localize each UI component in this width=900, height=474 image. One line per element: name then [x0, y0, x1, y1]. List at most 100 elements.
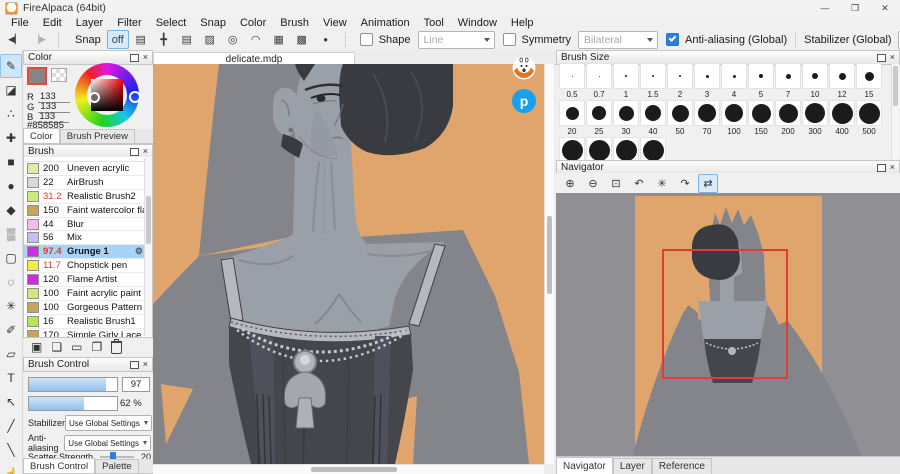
eraser-tool[interactable]: ◪ [0, 78, 22, 102]
color-panel-tab[interactable]: Brush Preview [59, 129, 135, 143]
hand-tool[interactable]: ☝ [0, 462, 22, 474]
maximize-button[interactable]: ❐ [840, 0, 870, 16]
opacity-slider[interactable] [28, 396, 118, 411]
menu-item[interactable]: Filter [110, 17, 148, 29]
dock-icon[interactable] [129, 147, 139, 156]
brush-list-item[interactable]: 100 Faint acrylic paint ⚙ [24, 287, 152, 301]
snap-mode-button[interactable]: ◠ [245, 30, 267, 49]
magic-wand-tool[interactable]: ✳ [0, 294, 22, 318]
sv-cursor[interactable] [89, 92, 100, 103]
zoom-out-button[interactable]: ⊖ [583, 174, 603, 193]
navigator-preview[interactable] [556, 193, 900, 457]
save-brush-button[interactable]: ▣ [31, 340, 42, 354]
brush-list-item[interactable]: 97.4 Grunge 1 ⚙ [24, 245, 152, 260]
brush-list-item[interactable]: 16 Realistic Brush1 ⚙ [24, 315, 152, 329]
symmetry-type-dropdown[interactable]: Bilateral [578, 30, 659, 49]
right-dock-tab[interactable]: Navigator [556, 457, 613, 474]
close-panel-icon[interactable]: × [890, 163, 895, 172]
dock-icon[interactable] [876, 53, 886, 62]
brush-size-cell[interactable]: 5 [748, 63, 774, 99]
brush-size-cell[interactable]: 300 [802, 100, 828, 136]
snap-dot-button[interactable]: ● [315, 30, 337, 49]
menu-item[interactable]: Animation [354, 17, 417, 29]
lasso-tool[interactable]: ◌ [0, 270, 22, 294]
brush-size-cell[interactable] [586, 137, 612, 160]
snap-mode-button[interactable]: ▨ [199, 30, 221, 49]
brush-list-item[interactable]: 44 Blur ⚙ [24, 218, 152, 232]
brush-list-item[interactable]: 150 Faint watercolor flat br ⚙ [24, 204, 152, 218]
snap-mode-button[interactable]: off [106, 30, 129, 49]
text-tool[interactable]: T [0, 366, 22, 390]
bucket-tool[interactable]: ● [0, 174, 22, 198]
line-tool[interactable]: ╱ [0, 414, 22, 438]
brush-size-cell[interactable]: 100 [721, 100, 747, 136]
brush-size-cell[interactable]: 20 [559, 100, 585, 136]
brush-size-cell[interactable]: 400 [829, 100, 855, 136]
left-dock-tab[interactable]: Palette [95, 459, 139, 473]
right-dock-tab[interactable]: Layer [612, 458, 652, 474]
snap-mode-button[interactable]: ◎ [222, 30, 244, 49]
brush-size-cell[interactable]: 50 [667, 100, 693, 136]
brush-folder-button[interactable]: ▭ [71, 340, 82, 354]
next-button[interactable]: ▕▶ [28, 30, 50, 49]
gradient-shape-tool[interactable]: ◆ [0, 198, 22, 222]
brush-size-slider[interactable] [28, 377, 118, 392]
operation-tool[interactable]: ↖ [0, 390, 22, 414]
new-brush-button[interactable]: ❏ [51, 340, 62, 354]
color-panel-tab[interactable]: Color [23, 128, 60, 143]
close-button[interactable]: ✕ [870, 0, 900, 16]
brush-list-item[interactable]: 31.2 Realistic Brush2 ⚙ [24, 190, 152, 204]
brush-size-cell[interactable] [640, 137, 666, 160]
brush-size-cell[interactable]: 200 [775, 100, 801, 136]
delete-brush-button[interactable] [111, 338, 123, 354]
brush-size-cell[interactable]: 10 [802, 63, 828, 99]
brush-list-item[interactable]: 22 AirBrush ⚙ [24, 176, 152, 190]
brush-size-cell[interactable]: 40 [640, 100, 666, 136]
brush-size-cell[interactable]: 150 [748, 100, 774, 136]
move-tool[interactable]: ✚ [0, 126, 22, 150]
brush-size-cell[interactable]: 1.5 [640, 63, 666, 99]
snap-mode-button[interactable]: ╋ [153, 30, 175, 49]
brush-size-cell[interactable]: 4 [721, 63, 747, 99]
snap-mode-button[interactable]: ▩ [291, 30, 313, 49]
eyedropper-tool[interactable]: ╲ [0, 438, 22, 462]
brush-size-scrollbar[interactable] [891, 64, 899, 159]
dock-icon[interactable] [129, 360, 139, 369]
select-tool[interactable]: ▢ [0, 246, 22, 270]
select-pen-tool[interactable]: ✐ [0, 318, 22, 342]
brush-size-cell[interactable]: 0.5 [559, 63, 585, 99]
reset-rotation-button[interactable]: ✳ [652, 174, 672, 193]
hue-cursor[interactable] [129, 91, 141, 103]
stabilizer-setting-dropdown[interactable]: Use Global Settings [65, 415, 152, 431]
brush-size-cell[interactable] [613, 137, 639, 160]
brush-size-cell[interactable]: 500 [856, 100, 882, 136]
snap-mode-button[interactable]: ▤ [176, 30, 198, 49]
canvas-horizontal-scrollbar[interactable] [153, 464, 544, 474]
rotate-cw-button[interactable]: ↷ [675, 174, 695, 193]
snap-mode-button[interactable]: ▦ [268, 30, 290, 49]
gear-icon[interactable]: ⚙ [135, 246, 143, 257]
close-panel-icon[interactable]: × [143, 360, 148, 369]
brush-list-item[interactable]: 11.7 Chopstick pen ⚙ [24, 259, 152, 274]
brush-list-scrollbar[interactable] [144, 158, 152, 336]
brush-size-input[interactable]: 97 [122, 377, 150, 392]
secondary-color-swatch[interactable] [51, 68, 67, 82]
brush-size-cell[interactable] [559, 137, 585, 160]
brush-list-item[interactable]: 100 Gorgeous Pattern 3 ⚙ [24, 301, 152, 315]
shape-type-dropdown[interactable]: Line [417, 30, 495, 49]
antialias-setting-dropdown[interactable]: Use Global Settings [64, 435, 151, 451]
gradient-tool[interactable]: ▒ [0, 222, 22, 246]
prev-button[interactable]: ◀▏ [4, 30, 26, 49]
brush-size-cell[interactable]: 70 [694, 100, 720, 136]
brush-size-cell[interactable]: 2 [667, 63, 693, 99]
minimize-button[interactable]: — [810, 0, 840, 16]
brush-size-cell[interactable]: 1 [613, 63, 639, 99]
brush-size-cell[interactable]: 7 [775, 63, 801, 99]
shape-checkbox[interactable] [359, 33, 373, 46]
brush-size-cell[interactable]: 25 [586, 100, 612, 136]
menu-item[interactable]: Select [149, 17, 194, 29]
brush-list-item[interactable]: 200 Uneven acrylic ⚙ [24, 162, 152, 176]
canvas-vertical-scrollbar[interactable] [544, 64, 554, 464]
zoom-in-button[interactable]: ⊕ [560, 174, 580, 193]
menu-item[interactable]: Window [451, 17, 504, 29]
